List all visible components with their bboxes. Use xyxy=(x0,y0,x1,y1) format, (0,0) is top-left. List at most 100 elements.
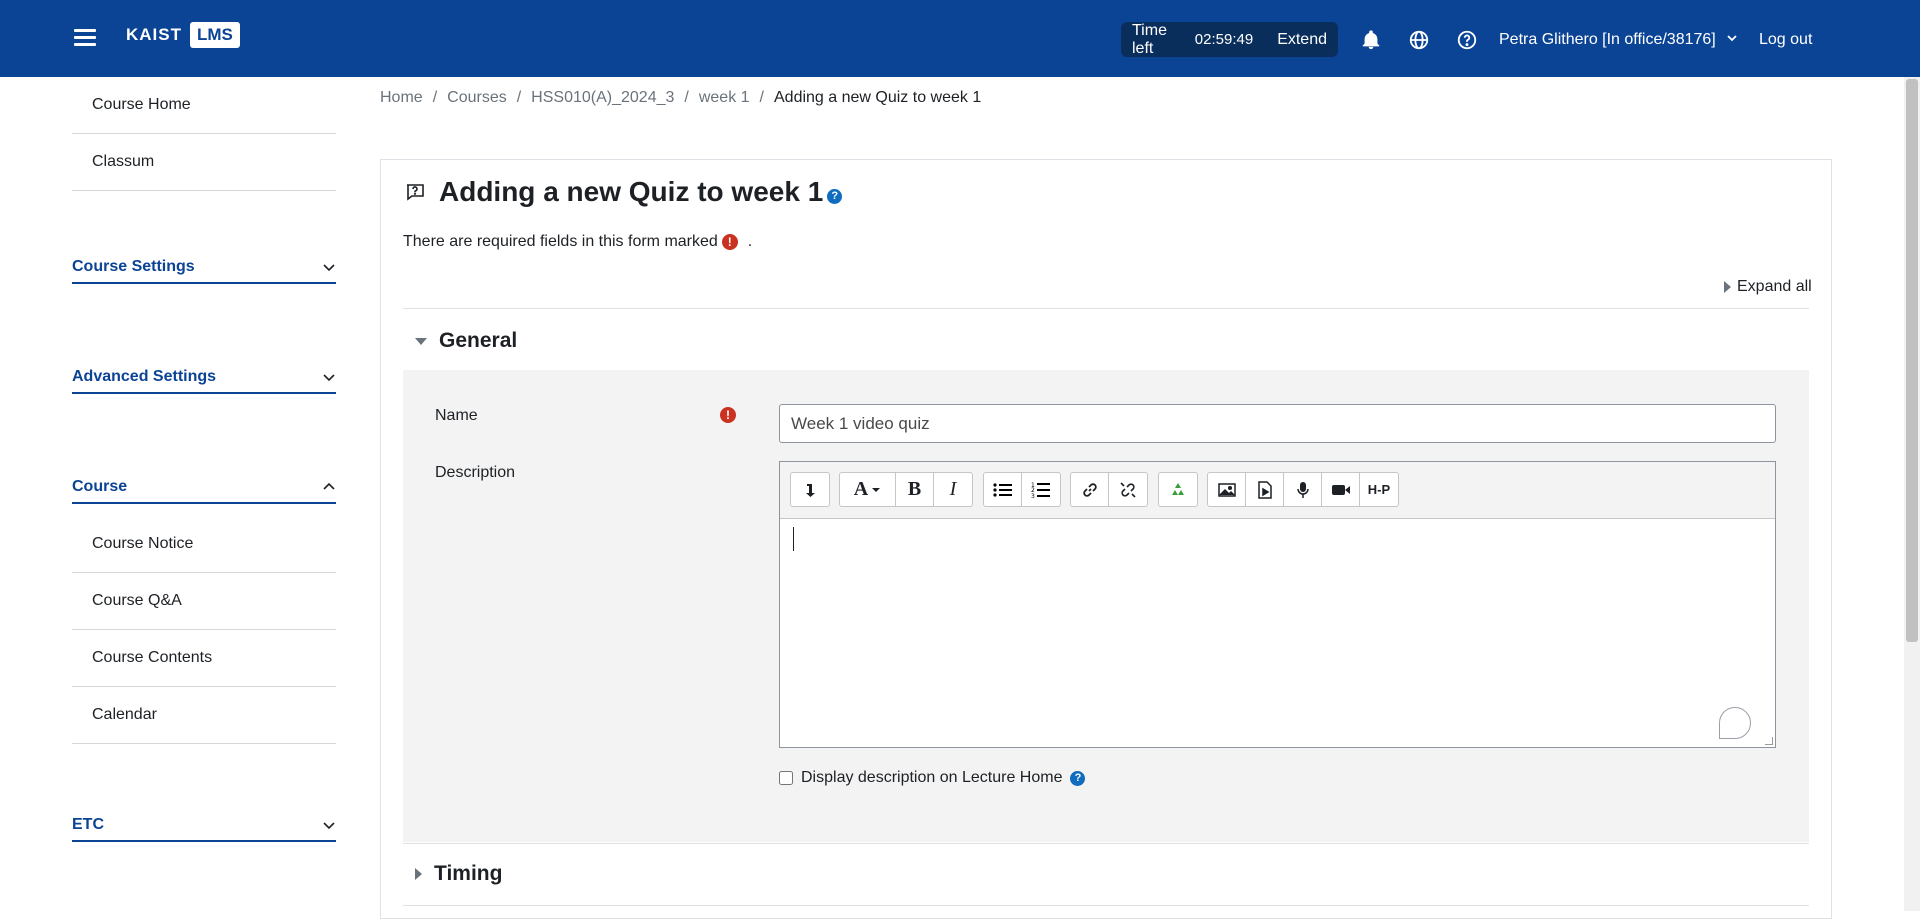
h5p-label: H-P xyxy=(1367,482,1391,497)
comment-icon[interactable] xyxy=(1719,707,1751,739)
breadcrumb: Home / Courses / HSS010(A)_2024_3 / week… xyxy=(380,89,981,107)
caret-right-icon xyxy=(415,868,422,880)
sidebar: Course Home Classum xyxy=(72,77,336,191)
timer-label: Time left xyxy=(1132,21,1167,57)
name-label: Name xyxy=(435,407,478,424)
quiz-icon xyxy=(407,184,424,201)
sidebar-item-course-qa[interactable]: Course Q&A xyxy=(72,573,336,630)
page-title: Adding a new Quiz to week 1 xyxy=(439,176,824,207)
section-label: Course Settings xyxy=(72,258,195,275)
page-header: Adding a new Quiz to week 1 ? xyxy=(405,176,843,208)
toolbar-group-lists: 123 xyxy=(983,472,1061,507)
divider xyxy=(403,843,1809,844)
text-caret xyxy=(793,527,794,551)
toolbar-group-media: H-P xyxy=(1207,472,1399,507)
media-icon[interactable] xyxy=(1246,473,1284,506)
breadcrumb-week[interactable]: week 1 xyxy=(699,89,750,107)
link-icon[interactable] xyxy=(1071,473,1109,506)
scrollbar-thumb[interactable] xyxy=(1906,79,1918,642)
required-icon: ! xyxy=(720,407,736,423)
sidebar-item-course-notice[interactable]: Course Notice xyxy=(72,516,336,573)
help-icon[interactable]: ? xyxy=(827,188,843,204)
toolbar-group-collapse xyxy=(790,472,830,507)
chevron-down-icon xyxy=(323,264,335,272)
sidebar-item-course-contents[interactable]: Course Contents xyxy=(72,630,336,687)
description-editor: A B I 123 H-P xyxy=(779,461,1776,748)
resize-handle[interactable] xyxy=(1765,737,1773,745)
bold-icon[interactable]: B xyxy=(896,473,934,506)
breadcrumb-current: Adding a new Quiz to week 1 xyxy=(774,89,982,106)
video-icon[interactable] xyxy=(1322,473,1360,506)
expand-all-link[interactable]: Expand all xyxy=(1724,278,1812,296)
section-general-label: General xyxy=(439,329,518,352)
display-description-label: Display description on Lecture Home xyxy=(801,769,1063,786)
required-note-end: . xyxy=(747,233,753,250)
sidebar-item-classum[interactable]: Classum xyxy=(72,134,336,191)
expand-all-label: Expand all xyxy=(1737,278,1812,295)
section-timing-header[interactable]: Timing xyxy=(415,862,502,886)
unlink-icon[interactable] xyxy=(1109,473,1147,506)
toolbar-group-misc xyxy=(1158,472,1198,507)
bell-icon[interactable] xyxy=(1360,29,1382,51)
display-description-row: Display description on Lecture Home ? xyxy=(779,769,1086,787)
ordered-list-icon[interactable]: 123 xyxy=(1022,473,1060,506)
chevron-down-icon xyxy=(323,374,335,382)
required-fields-note: There are required fields in this form m… xyxy=(403,233,752,251)
sidebar-section-advanced-settings[interactable]: Advanced Settings xyxy=(72,362,336,394)
breadcrumb-course[interactable]: HSS010(A)_2024_3 xyxy=(531,89,674,107)
h5p-icon[interactable]: H-P xyxy=(1360,473,1398,506)
section-label: ETC xyxy=(72,816,104,833)
editor-toolbar: A B I 123 H-P xyxy=(780,462,1775,519)
name-input[interactable] xyxy=(779,404,1776,443)
help-icon[interactable] xyxy=(1456,29,1478,51)
chevron-down-icon xyxy=(1727,35,1737,42)
brand-lms: LMS xyxy=(190,22,240,48)
toolbar-group-links xyxy=(1070,472,1148,507)
breadcrumb-home[interactable]: Home xyxy=(380,89,423,107)
user-menu[interactable]: Petra Glithero [In office/38176] xyxy=(1499,31,1738,49)
sidebar-course-items: Course Notice Course Q&A Course Contents… xyxy=(72,516,336,744)
font-style-icon[interactable]: A xyxy=(840,473,896,506)
svg-text:3: 3 xyxy=(1031,493,1035,499)
sidebar-section-etc[interactable]: ETC xyxy=(72,810,336,842)
caret-down-icon xyxy=(415,337,427,345)
display-description-checkbox[interactable] xyxy=(779,771,793,785)
description-textarea[interactable] xyxy=(780,519,1775,747)
breadcrumb-separator: / xyxy=(432,89,438,106)
top-navbar: KAIST LMS Time left 02:59:49 Extend Petr… xyxy=(0,0,1920,77)
chevron-down-icon xyxy=(323,822,335,830)
section-general-header[interactable]: General xyxy=(415,329,517,353)
sidebar-section-course-settings[interactable]: Course Settings xyxy=(72,252,336,284)
logout-link[interactable]: Log out xyxy=(1759,31,1812,49)
toolbar-group-text: A B I xyxy=(839,472,973,507)
logo[interactable]: KAIST LMS xyxy=(126,22,240,48)
unordered-list-icon[interactable] xyxy=(984,473,1022,506)
menu-icon[interactable] xyxy=(74,29,96,47)
sidebar-item-course-home[interactable]: Course Home xyxy=(72,77,336,134)
extend-button[interactable]: Extend xyxy=(1277,31,1327,49)
breadcrumb-separator: / xyxy=(684,89,689,106)
user-name: Petra Glithero [In office/38176] xyxy=(1499,31,1716,48)
required-icon: ! xyxy=(721,234,738,250)
help-icon[interactable]: ? xyxy=(1070,770,1086,786)
divider xyxy=(403,905,1809,906)
chevron-up-icon xyxy=(323,482,335,490)
divider xyxy=(403,308,1809,309)
required-note-text: There are required fields in this form m… xyxy=(403,233,718,250)
quiz-timer: Time left 02:59:49 Extend xyxy=(1121,22,1338,57)
description-label: Description xyxy=(435,464,516,481)
caret-right-icon xyxy=(1724,281,1731,293)
breadcrumb-separator: / xyxy=(516,89,522,106)
sidebar-section-course[interactable]: Course xyxy=(72,472,336,504)
breadcrumb-separator: / xyxy=(759,89,764,106)
microphone-icon[interactable] xyxy=(1284,473,1322,506)
globe-icon[interactable] xyxy=(1408,29,1430,51)
image-icon[interactable] xyxy=(1208,473,1246,506)
timer-value: 02:59:49 xyxy=(1194,31,1254,48)
collapse-icon[interactable] xyxy=(791,473,829,506)
italic-icon[interactable]: I xyxy=(934,473,972,506)
breadcrumb-courses[interactable]: Courses xyxy=(447,89,507,107)
brand-kaist: KAIST xyxy=(126,25,182,44)
recycle-icon[interactable] xyxy=(1159,473,1197,506)
sidebar-item-calendar[interactable]: Calendar xyxy=(72,687,336,744)
